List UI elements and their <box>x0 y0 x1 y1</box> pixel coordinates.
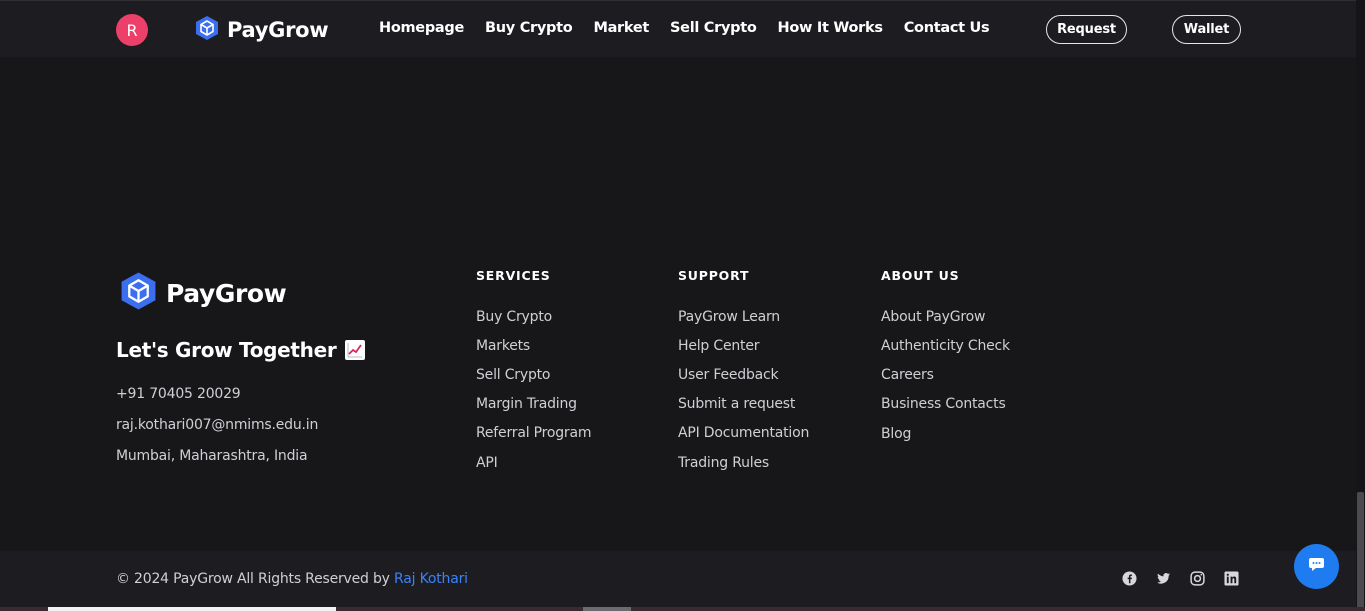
cube-logo-icon <box>120 271 157 315</box>
facebook-icon[interactable] <box>1122 571 1137 586</box>
scrollbar-thumb[interactable] <box>1357 492 1364 611</box>
column-heading: ABOUT US <box>881 268 960 283</box>
footer-email[interactable]: raj.kothari007@nmims.edu.in <box>116 417 318 433</box>
nav-sell-crypto[interactable]: Sell Crypto <box>670 20 757 36</box>
taskbar-item[interactable] <box>583 607 631 611</box>
nav-homepage[interactable]: Homepage <box>379 20 464 36</box>
footer-link[interactable]: Help Center <box>678 338 809 367</box>
footer-brand[interactable]: PayGrow <box>120 271 287 315</box>
footer-brand-name: PayGrow <box>166 278 287 308</box>
taskbar-item[interactable] <box>48 607 336 611</box>
footer-link[interactable]: Margin Trading <box>476 396 591 425</box>
footer-link[interactable]: API <box>476 455 591 484</box>
nav-market[interactable]: Market <box>593 20 649 36</box>
social-links <box>1122 571 1239 586</box>
nav-contact-us[interactable]: Contact Us <box>904 20 990 36</box>
chat-bubble-icon <box>1308 557 1325 576</box>
footer-column-support: SUPPORT PayGrow Learn Help Center User F… <box>678 268 809 484</box>
footer-location: Mumbai, Maharashtra, India <box>116 448 308 464</box>
footer-link[interactable]: Trading Rules <box>678 455 809 484</box>
column-heading: SUPPORT <box>678 268 750 283</box>
footer-link[interactable]: User Feedback <box>678 367 809 396</box>
footer-tagline: Let's Grow Together <box>116 338 366 362</box>
top-navbar: R PayGrow Homepage Buy Crypto Market Sel… <box>0 0 1356 57</box>
cube-logo-icon <box>195 15 219 45</box>
twitter-icon[interactable] <box>1156 571 1171 586</box>
linkedin-icon[interactable] <box>1224 571 1239 586</box>
footer-column-about: ABOUT US About PayGrow Authenticity Chec… <box>881 268 1010 455</box>
copyright-bar: © 2024 PayGrow All Rights Reserved by Ra… <box>0 551 1356 607</box>
copyright-text: © 2024 PayGrow All Rights Reserved by Ra… <box>116 571 468 587</box>
footer-link[interactable]: Careers <box>881 367 1010 396</box>
footer-link[interactable]: PayGrow Learn <box>678 309 809 338</box>
chart-increasing-icon <box>345 340 366 360</box>
footer-column-services: SERVICES Buy Crypto Markets Sell Crypto … <box>476 268 592 484</box>
instagram-icon[interactable] <box>1190 571 1205 586</box>
footer-link[interactable]: Business Contacts <box>881 396 1010 425</box>
footer-link[interactable]: API Documentation <box>678 425 809 454</box>
column-heading: SERVICES <box>476 268 551 283</box>
scrollbar[interactable] <box>1356 0 1365 611</box>
footer-link[interactable]: Buy Crypto <box>476 309 591 338</box>
chat-button[interactable] <box>1294 544 1339 589</box>
avatar-letter: R <box>126 20 138 40</box>
brand-name: PayGrow <box>227 18 329 42</box>
nav-buy-crypto[interactable]: Buy Crypto <box>485 20 573 36</box>
footer-link[interactable]: Blog <box>881 426 1010 455</box>
brand-logo[interactable]: PayGrow <box>195 15 329 45</box>
author-link[interactable]: Raj Kothari <box>394 571 468 587</box>
footer-link[interactable]: About PayGrow <box>881 309 1010 338</box>
footer-link[interactable]: Sell Crypto <box>476 367 591 396</box>
copyright-label: © 2024 PayGrow All Rights Reserved by <box>116 571 390 587</box>
nav-how-it-works[interactable]: How It Works <box>778 20 883 36</box>
main-nav: Homepage Buy Crypto Market Sell Crypto H… <box>379 20 990 36</box>
request-button[interactable]: Request <box>1046 15 1127 44</box>
footer-phone[interactable]: +91 70405 20029 <box>116 386 241 402</box>
footer-link[interactable]: Submit a request <box>678 396 809 425</box>
user-avatar[interactable]: R <box>116 14 148 46</box>
footer-link[interactable]: Authenticity Check <box>881 338 1010 367</box>
footer-link[interactable]: Markets <box>476 338 591 367</box>
wallet-button[interactable]: Wallet <box>1172 15 1241 44</box>
os-taskbar-strip <box>0 607 1365 611</box>
tagline-text: Let's Grow Together <box>116 338 337 362</box>
footer-link[interactable]: Referral Program <box>476 425 592 454</box>
